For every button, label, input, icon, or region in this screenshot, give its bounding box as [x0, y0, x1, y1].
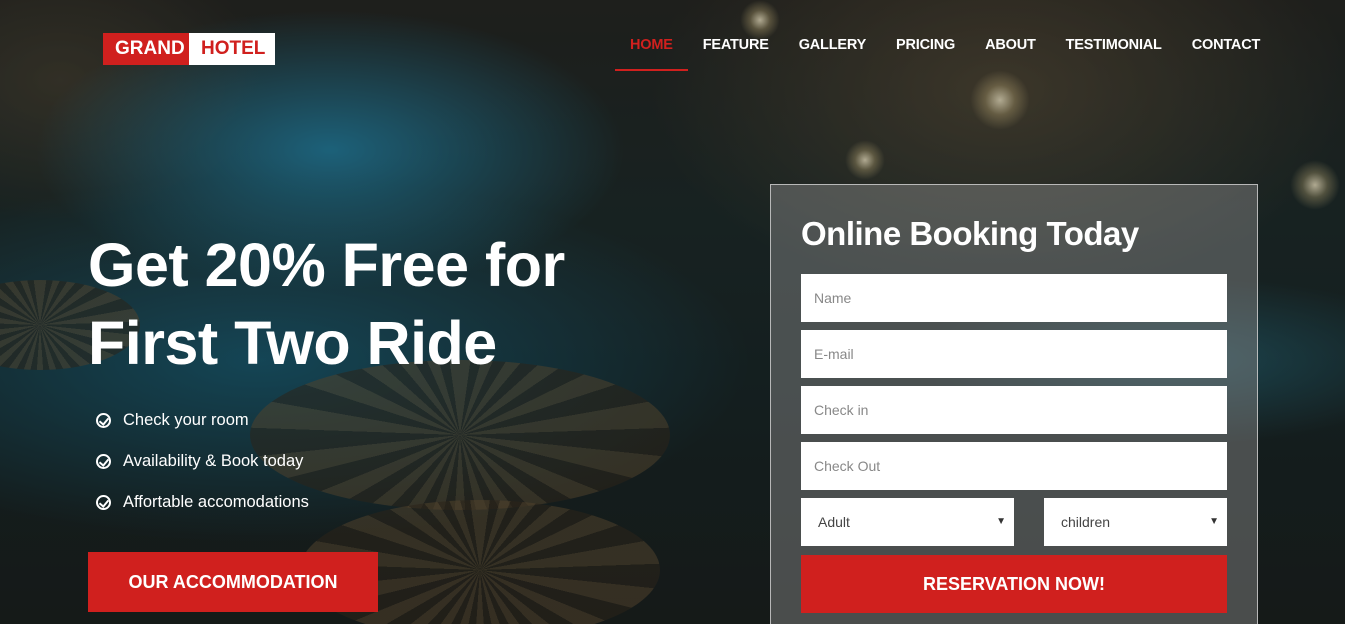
logo-grand: GRAND — [103, 33, 189, 65]
reservation-now-button[interactable]: RESERVATION NOW! — [801, 555, 1227, 613]
adult-select[interactable]: Adult ▼ — [801, 498, 1014, 546]
check-circle-icon — [96, 495, 111, 510]
booking-form: Online Booking Today Adult ▼ children ▼ … — [770, 184, 1258, 624]
check-circle-icon — [96, 454, 111, 469]
feature-item: Availability & Book today — [96, 441, 309, 482]
nav-home[interactable]: HOME — [615, 36, 688, 71]
adult-select-value: Adult — [818, 514, 850, 530]
nav-feature[interactable]: FEATURE — [688, 36, 784, 54]
email-input[interactable] — [801, 330, 1227, 378]
children-select[interactable]: children ▼ — [1044, 498, 1227, 546]
booking-title: Online Booking Today — [801, 215, 1139, 252]
feature-list: Check your room Availability & Book toda… — [96, 400, 309, 523]
feature-item: Check your room — [96, 400, 309, 441]
hero-headline: Get 20% Free for First Two Ride — [88, 226, 565, 382]
feature-item: Affortable accomodations — [96, 482, 309, 523]
logo-hotel: HOTEL — [189, 33, 275, 65]
feature-text: Check your room — [123, 411, 249, 429]
nav-pricing[interactable]: PRICING — [881, 36, 970, 54]
feature-text: Affortable accomodations — [123, 493, 309, 511]
feature-text: Availability & Book today — [123, 452, 304, 470]
check-out-input[interactable] — [801, 442, 1227, 490]
nav-about[interactable]: ABOUT — [970, 36, 1051, 54]
nav-gallery[interactable]: GALLERY — [784, 36, 881, 54]
dropdown-arrow-icon: ▼ — [1209, 516, 1219, 527]
dropdown-arrow-icon: ▼ — [996, 516, 1006, 527]
check-circle-icon — [96, 413, 111, 428]
hero-headline-line2: First Two Ride — [88, 309, 497, 377]
check-in-input[interactable] — [801, 386, 1227, 434]
nav-testimonial[interactable]: TESTIMONIAL — [1051, 36, 1177, 54]
nav-contact[interactable]: CONTACT — [1177, 36, 1275, 54]
main-navigation: HOME FEATURE GALLERY PRICING ABOUT TESTI… — [615, 36, 1275, 71]
hero-headline-line1: Get 20% Free for — [88, 231, 565, 299]
our-accommodation-button[interactable]: OUR ACCOMMODATION — [88, 552, 378, 612]
name-input[interactable] — [801, 274, 1227, 322]
site-logo[interactable]: GRAND HOTEL — [103, 33, 275, 65]
children-select-value: children — [1061, 514, 1111, 530]
